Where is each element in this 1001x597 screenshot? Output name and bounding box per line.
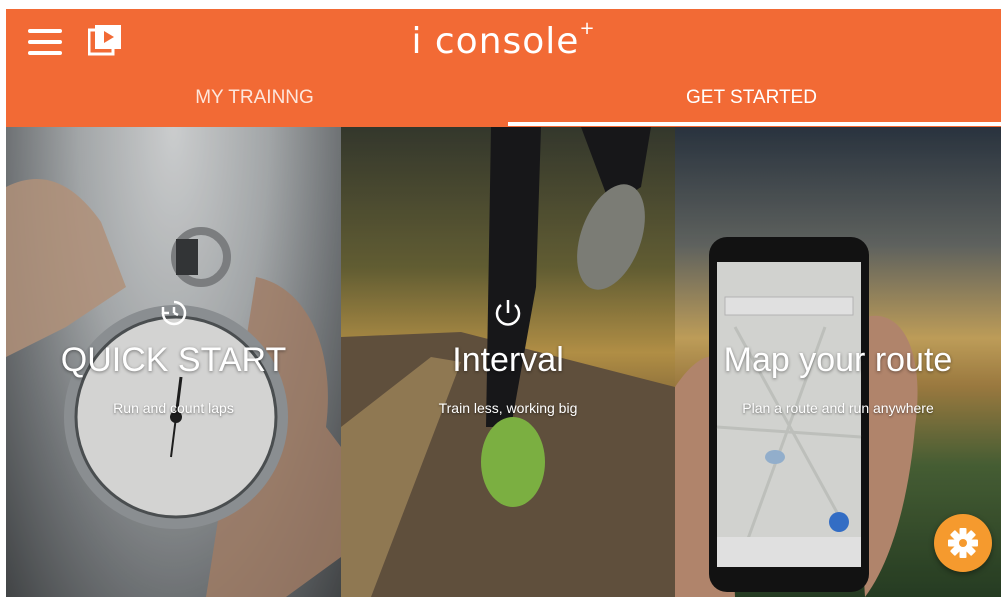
app-title: i console+ — [6, 18, 1001, 62]
map-route-title: Map your route — [723, 341, 953, 379]
active-tab-indicator — [508, 122, 1001, 126]
app-frame: i console+ MY TRAINNG GET STARTED QUICK … — [6, 9, 1001, 597]
interval-subtitle: Train less, working big — [438, 400, 578, 416]
settings-fab[interactable] — [934, 514, 992, 572]
app-title-text: i console — [411, 21, 580, 62]
timer-reset-icon — [6, 297, 341, 331]
quick-start-title: QUICK START — [60, 341, 287, 379]
settings-gear-icon — [948, 528, 978, 558]
power-icon — [341, 297, 675, 331]
map-route-subtitle: Plan a route and run anywhere — [742, 400, 934, 416]
quick-start-card[interactable]: QUICK START Run and count laps — [6, 127, 341, 597]
interval-title: Interval — [452, 341, 564, 379]
interval-card[interactable]: Interval Train less, working big — [341, 127, 675, 597]
tab-get-started[interactable]: GET STARTED — [503, 87, 1000, 109]
quick-start-subtitle: Run and count laps — [113, 400, 234, 416]
tab-my-training[interactable]: MY TRAINNG — [6, 87, 503, 109]
app-title-suffix: + — [579, 18, 596, 39]
app-header: i console+ MY TRAINNG GET STARTED — [6, 9, 1001, 127]
